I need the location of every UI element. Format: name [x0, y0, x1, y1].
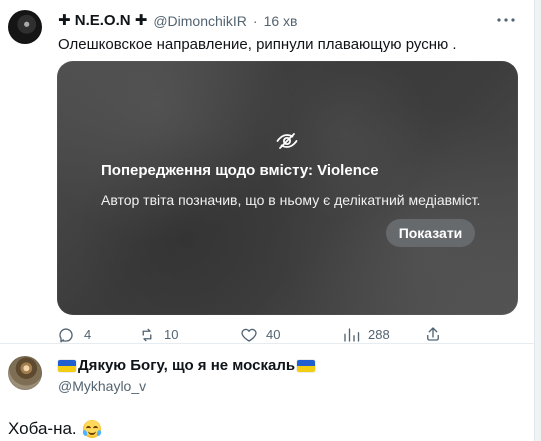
warning-title: Попередження щодо вмісту: Violence: [101, 162, 379, 179]
views-button[interactable]: 288: [342, 325, 390, 345]
reply-header: Дякую Богу, що я не москаль: [58, 356, 316, 376]
tweet-text: Хоба-на.: [8, 419, 102, 439]
reply-tweet-card[interactable]: Дякую Богу, що я не москаль @Mykhaylo_v …: [0, 344, 535, 441]
views-count: 288: [368, 327, 390, 342]
tweet-text: Олешковское направление, рипнули плавающ…: [58, 36, 457, 53]
show-button[interactable]: Показати: [386, 219, 475, 247]
retweet-icon: [138, 326, 156, 344]
avatar[interactable]: [8, 356, 42, 390]
retweet-count: 10: [164, 327, 179, 342]
heart-icon: [240, 326, 258, 344]
display-name[interactable]: ✚ N.E.O.N ✚: [58, 11, 147, 31]
sensitive-media-card[interactable]: Попередження щодо вмісту: Violence Автор…: [57, 61, 518, 315]
tears-of-joy-emoji: [81, 420, 102, 438]
like-button[interactable]: 40: [240, 325, 280, 345]
reply-icon: [58, 326, 76, 344]
user-handle[interactable]: @DimonchikIR: [153, 11, 247, 31]
more-icon[interactable]: [497, 13, 515, 27]
share-icon: [424, 325, 442, 343]
like-count: 40: [266, 327, 281, 342]
reply-button[interactable]: 4: [58, 325, 91, 345]
reply-text: Хоба-на.: [8, 419, 77, 438]
meta-separator: ·: [252, 13, 258, 29]
share-button[interactable]: [424, 325, 442, 343]
tweet-header: ✚ N.E.O.N ✚ @DimonchikIR · 16 хв: [58, 11, 297, 31]
timestamp[interactable]: 16 хв: [264, 11, 298, 31]
scrollbar-track[interactable]: [534, 0, 541, 441]
ukraine-flag-icon: [58, 360, 76, 372]
eye-off-icon: [275, 129, 299, 153]
avatar[interactable]: [8, 10, 42, 44]
ukraine-flag-icon: [297, 360, 316, 372]
warning-description: Автор твіта позначив, що в ньому є делік…: [101, 192, 481, 208]
views-icon: [342, 326, 360, 344]
screen: ✚ N.E.O.N ✚ @DimonchikIR · 16 хв Олешков…: [0, 0, 541, 441]
user-handle[interactable]: @Mykhaylo_v: [58, 377, 146, 395]
reply-count: 4: [84, 327, 92, 342]
display-name[interactable]: Дякую Богу, що я не москаль: [78, 356, 295, 376]
tweet-card[interactable]: ✚ N.E.O.N ✚ @DimonchikIR · 16 хв Олешков…: [0, 0, 535, 343]
retweet-button[interactable]: 10: [138, 325, 178, 345]
